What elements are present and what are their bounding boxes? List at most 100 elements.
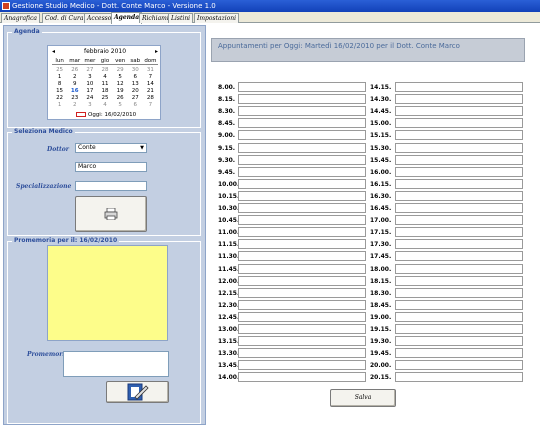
month-calendar[interactable]: ◂ febbraio 2010 ▸ lun mar mer gio ven sab dom … bbox=[47, 45, 161, 120]
calendar-day[interactable]: 25 bbox=[52, 67, 67, 74]
slot-field[interactable] bbox=[395, 300, 523, 310]
calendar-day[interactable]: 6 bbox=[128, 102, 143, 109]
calendar-day[interactable]: 26 bbox=[67, 67, 82, 74]
calendar-day[interactable]: 28 bbox=[143, 95, 158, 102]
slot-field[interactable] bbox=[395, 276, 523, 286]
slot-field[interactable] bbox=[238, 336, 366, 346]
slot-field[interactable] bbox=[238, 106, 366, 116]
slot-field[interactable] bbox=[395, 348, 523, 358]
slot-field[interactable] bbox=[395, 336, 523, 346]
slot-field[interactable] bbox=[238, 324, 366, 334]
slot-field[interactable] bbox=[238, 130, 366, 140]
slot-field[interactable] bbox=[395, 239, 523, 249]
slot-field[interactable] bbox=[238, 167, 366, 177]
calendar-day[interactable]: 2 bbox=[67, 74, 82, 81]
slot-field[interactable] bbox=[395, 155, 523, 165]
calendar-day[interactable]: 11 bbox=[97, 81, 112, 88]
slot-field[interactable] bbox=[395, 130, 523, 140]
calendar-day[interactable]: 1 bbox=[52, 74, 67, 81]
calendar-day[interactable]: 27 bbox=[128, 95, 143, 102]
calendar-day[interactable]: 21 bbox=[143, 88, 158, 95]
doctor-name-field[interactable]: Marco bbox=[75, 162, 147, 172]
slot-field[interactable] bbox=[395, 167, 523, 177]
slot-field[interactable] bbox=[238, 82, 366, 92]
calendar-day[interactable]: 1 bbox=[52, 102, 67, 109]
calendar-day[interactable]: 31 bbox=[143, 67, 158, 74]
specialization-field[interactable] bbox=[75, 181, 147, 191]
calendar-day[interactable]: 14 bbox=[143, 81, 158, 88]
calendar-day[interactable]: 2 bbox=[67, 102, 82, 109]
slot-field[interactable] bbox=[238, 94, 366, 104]
memo-save-button[interactable] bbox=[106, 381, 169, 403]
calendar-day[interactable]: 13 bbox=[128, 81, 143, 88]
memo-field[interactable] bbox=[63, 351, 169, 377]
calendar-day[interactable]: 4 bbox=[97, 102, 112, 109]
slot-field[interactable] bbox=[395, 264, 523, 274]
slot-field[interactable] bbox=[395, 372, 523, 382]
calendar-day[interactable]: 7 bbox=[143, 102, 158, 109]
calendar-day[interactable]: 29 bbox=[113, 67, 128, 74]
slot-field[interactable] bbox=[238, 155, 366, 165]
tab-cod-di-cura[interactable]: Cod. di Cura bbox=[42, 13, 87, 23]
doctor-select[interactable]: Conte ▼ bbox=[75, 143, 147, 153]
calendar-day[interactable]: 28 bbox=[97, 67, 112, 74]
tab-anagrafica[interactable]: Anagrafica bbox=[1, 13, 40, 23]
slot-field[interactable] bbox=[395, 179, 523, 189]
calendar-day[interactable]: 30 bbox=[128, 67, 143, 74]
calendar-day[interactable]: 3 bbox=[82, 102, 97, 109]
slot-field[interactable] bbox=[395, 82, 523, 92]
tab-agenda[interactable]: Agenda bbox=[111, 12, 143, 24]
slot-field[interactable] bbox=[395, 360, 523, 370]
slot-field[interactable] bbox=[395, 227, 523, 237]
slot-field[interactable] bbox=[238, 215, 366, 225]
calendar-day[interactable]: 5 bbox=[113, 102, 128, 109]
calendar-day[interactable]: 6 bbox=[128, 74, 143, 81]
calendar-day[interactable]: 16 bbox=[67, 88, 82, 95]
calendar-day[interactable]: 7 bbox=[143, 74, 158, 81]
slot-field[interactable] bbox=[238, 300, 366, 310]
slot-field[interactable] bbox=[238, 372, 366, 382]
calendar-day[interactable]: 10 bbox=[82, 81, 97, 88]
slot-field[interactable] bbox=[238, 348, 366, 358]
calendar-day[interactable]: 25 bbox=[97, 95, 112, 102]
slot-field[interactable] bbox=[238, 360, 366, 370]
calendar-day[interactable]: 23 bbox=[67, 95, 82, 102]
slot-field[interactable] bbox=[395, 312, 523, 322]
tab-richiami[interactable]: Richiami bbox=[139, 13, 172, 23]
slot-field[interactable] bbox=[238, 203, 366, 213]
calendar-day[interactable]: 24 bbox=[82, 95, 97, 102]
slot-field[interactable] bbox=[395, 203, 523, 213]
slot-field[interactable] bbox=[238, 276, 366, 286]
slot-field[interactable] bbox=[395, 106, 523, 116]
calendar-day[interactable]: 9 bbox=[67, 81, 82, 88]
slot-field[interactable] bbox=[395, 215, 523, 225]
calendar-day[interactable]: 27 bbox=[82, 67, 97, 74]
calendar-day[interactable]: 8 bbox=[52, 81, 67, 88]
tab-listini[interactable]: Listini bbox=[168, 13, 194, 23]
slot-field[interactable] bbox=[238, 191, 366, 201]
slot-field[interactable] bbox=[238, 264, 366, 274]
calendar-day[interactable]: 5 bbox=[113, 74, 128, 81]
doctor-action-button[interactable] bbox=[75, 196, 147, 232]
slot-field[interactable] bbox=[395, 288, 523, 298]
calendar-day[interactable]: 18 bbox=[97, 88, 112, 95]
calendar-day[interactable]: 3 bbox=[82, 74, 97, 81]
calendar-day[interactable]: 17 bbox=[82, 88, 97, 95]
calendar-day[interactable]: 4 bbox=[97, 74, 112, 81]
calendar-day[interactable]: 20 bbox=[128, 88, 143, 95]
slot-field[interactable] bbox=[238, 239, 366, 249]
slot-field[interactable] bbox=[238, 288, 366, 298]
slot-field[interactable] bbox=[238, 143, 366, 153]
slot-field[interactable] bbox=[238, 179, 366, 189]
slot-field[interactable] bbox=[395, 94, 523, 104]
calendar-day[interactable]: 19 bbox=[113, 88, 128, 95]
calendar-today[interactable]: Oggi: 16/02/2010 bbox=[76, 112, 136, 118]
slot-field[interactable] bbox=[395, 118, 523, 128]
slot-field[interactable] bbox=[395, 191, 523, 201]
calendar-day[interactable]: 26 bbox=[113, 95, 128, 102]
next-month-icon[interactable]: ▸ bbox=[155, 48, 158, 55]
slot-field[interactable] bbox=[238, 227, 366, 237]
prev-month-icon[interactable]: ◂ bbox=[52, 48, 55, 55]
slot-field[interactable] bbox=[395, 143, 523, 153]
calendar-day[interactable]: 22 bbox=[52, 95, 67, 102]
